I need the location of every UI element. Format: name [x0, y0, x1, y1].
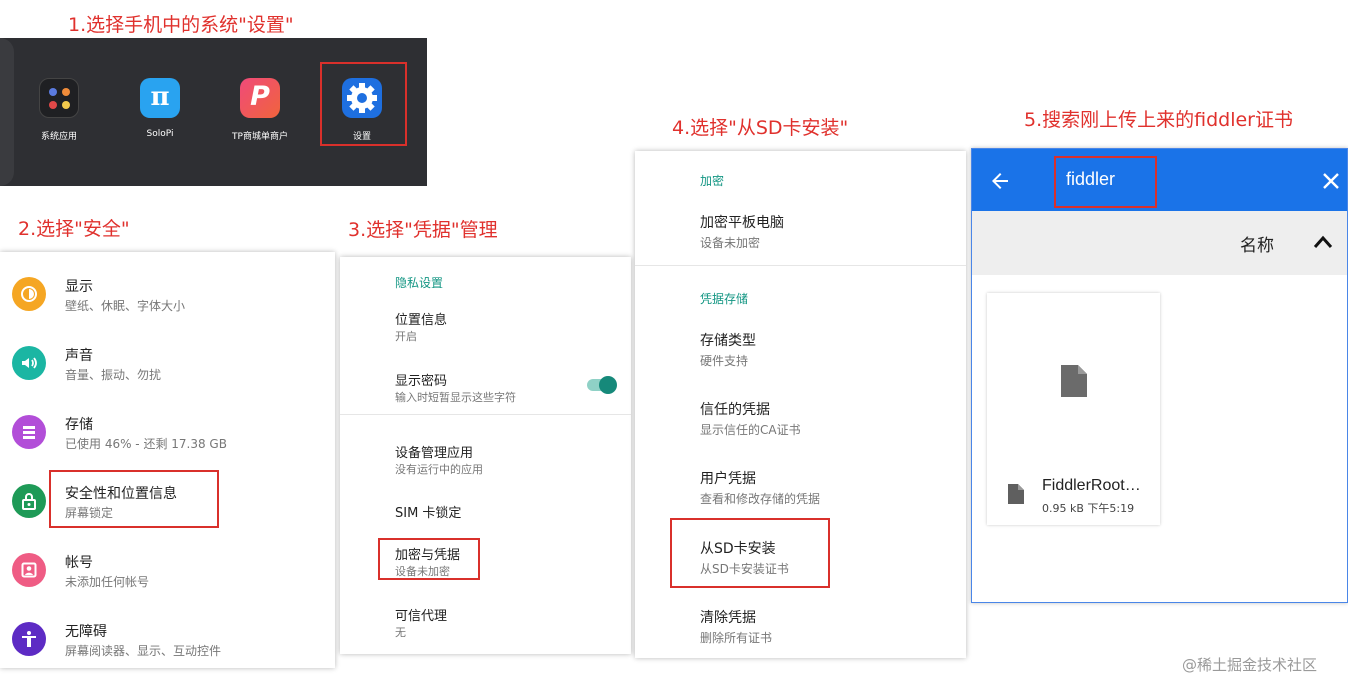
item-title: 可信代理 [395, 609, 448, 624]
settings-item-title: 声音 [65, 348, 93, 364]
encrypt-tablet-item[interactable]: 加密平板电脑 设备未加密 [635, 205, 966, 257]
item-subtitle: 查看和修改存储的凭据 [700, 492, 821, 506]
app-folder-icon [39, 78, 79, 118]
show-password-item[interactable]: 显示密码 输入时短暂显示这些字符 [340, 363, 631, 413]
item-subtitle: 显示信任的CA证书 [700, 423, 801, 437]
settings-item-subtitle: 音量、振动、勿扰 [65, 368, 162, 382]
show-password-toggle[interactable] [587, 376, 617, 394]
app-tp-mall[interactable]: P TP商城单商户 [215, 78, 305, 142]
clear-credentials-item[interactable]: 清除凭据 删除所有证书 [635, 600, 966, 652]
search-toolbar: fiddler [972, 149, 1347, 211]
item-subtitle: 没有运行中的应用 [395, 463, 483, 476]
lock-icon [12, 484, 46, 518]
highlight-encryption [378, 538, 480, 580]
app-label: SoloPi [146, 129, 174, 139]
highlight-search [1054, 156, 1157, 208]
display-icon [12, 277, 46, 311]
item-title: 显示密码 [395, 374, 448, 389]
user-credentials-item[interactable]: 用户凭据 查看和修改存储的凭据 [635, 461, 966, 513]
settings-item-title: 帐号 [65, 555, 93, 571]
file-picker-panel: fiddler 名称 FiddlerRoot… 0.95 kB 下午5:19 [971, 148, 1348, 603]
item-title: 存储类型 [700, 333, 756, 349]
settings-item-subtitle: 已使用 46% - 还剩 17.38 GB [65, 437, 227, 451]
file-meta: 0.95 kB 下午5:19 [1042, 502, 1135, 515]
file-name: FiddlerRoot… [1042, 477, 1141, 494]
step-1-title: 1.选择手机中的系统"设置" [68, 14, 294, 36]
launcher-edge [0, 38, 14, 186]
item-subtitle: 输入时短暂显示这些字符 [395, 391, 516, 404]
settings-item-subtitle: 壁纸、休眠、字体大小 [65, 299, 186, 313]
item-title: 信任的凭据 [700, 402, 770, 418]
accessibility-icon [12, 622, 46, 656]
back-arrow-icon[interactable] [988, 169, 1012, 193]
divider [635, 265, 966, 266]
section-privacy: 隐私设置 [395, 276, 444, 290]
item-title: 用户凭据 [700, 471, 756, 487]
section-credential-storage: 凭据存储 [700, 292, 749, 306]
sound-icon [12, 346, 46, 380]
step-2-title: 2.选择"安全" [18, 218, 130, 240]
settings-item-storage[interactable]: 存储 已使用 46% - 还剩 17.38 GB [0, 400, 335, 462]
step-5-title: 5.搜索刚上传上来的fiddler证书 [1024, 109, 1293, 131]
small-document-icon [1007, 483, 1025, 505]
item-title: 位置信息 [395, 313, 448, 328]
section-encryption: 加密 [700, 174, 725, 188]
chevron-up-icon[interactable] [1312, 233, 1334, 251]
item-title: 清除凭据 [700, 610, 756, 626]
app-solopi[interactable]: π SoloPi [115, 78, 205, 139]
step-3-title: 3.选择"凭据"管理 [348, 219, 498, 241]
step-4-title: 4.选择"从SD卡安装" [672, 117, 849, 139]
watermark: @稀土掘金技术社区 [1182, 656, 1318, 674]
app-system-apps[interactable]: 系统应用 [14, 78, 104, 142]
item-title: 设备管理应用 [395, 446, 474, 461]
settings-item-subtitle: 未添加任何帐号 [65, 575, 150, 589]
highlight-security [49, 470, 219, 528]
device-admin-item[interactable]: 设备管理应用 没有运行中的应用 [340, 435, 631, 485]
trusted-credentials-item[interactable]: 信任的凭据 显示信任的CA证书 [635, 392, 966, 444]
launcher-panel: 系统应用 π SoloPi P TP商城单商户 设置 [0, 38, 427, 186]
sort-label[interactable]: 名称 [1240, 231, 1274, 256]
settings-panel: 显示 壁纸、休眠、字体大小 声音 音量、振动、勿扰 存储 已使用 46% - 还… [0, 252, 335, 668]
highlight-install-sd [670, 518, 830, 588]
settings-item-title: 存储 [65, 417, 93, 433]
settings-item-display[interactable]: 显示 壁纸、休眠、字体大小 [0, 262, 335, 324]
divider [340, 414, 631, 415]
item-subtitle: 删除所有证书 [700, 631, 773, 645]
settings-item-accessibility[interactable]: 无障碍 屏幕阅读器、显示、互动控件 [0, 607, 335, 668]
item-subtitle: 无 [395, 626, 406, 639]
app-label: TP商城单商户 [232, 132, 288, 142]
item-title: 加密平板电脑 [700, 215, 784, 231]
settings-item-subtitle: 屏幕阅读器、显示、互动控件 [65, 644, 222, 658]
sim-lock-item[interactable]: SIM 卡锁定 [340, 495, 631, 535]
file-card[interactable]: FiddlerRoot… 0.95 kB 下午5:19 [987, 293, 1160, 525]
item-subtitle: 开启 [395, 330, 417, 343]
item-subtitle: 设备未加密 [700, 236, 761, 250]
settings-item-title: 无障碍 [65, 624, 107, 640]
storage-type-item[interactable]: 存储类型 硬件支持 [635, 323, 966, 375]
item-subtitle: 硬件支持 [700, 354, 749, 368]
location-item[interactable]: 位置信息 开启 [340, 302, 631, 352]
security-panel: 隐私设置 位置信息 开启 显示密码 输入时短暂显示这些字符 设备管理应用 没有运… [340, 257, 631, 654]
item-title: SIM 卡锁定 [395, 506, 462, 521]
settings-item-title: 显示 [65, 279, 93, 295]
document-icon [1059, 363, 1089, 399]
account-icon [12, 553, 46, 587]
close-icon[interactable] [1319, 169, 1343, 193]
highlight-settings [320, 62, 407, 146]
trust-agents-item[interactable]: 可信代理 无 [340, 598, 631, 648]
toggle-knob [599, 376, 617, 394]
sort-bar: 名称 [972, 211, 1347, 275]
app-label: 系统应用 [40, 132, 77, 142]
tp-icon: P [240, 78, 280, 118]
solopi-icon: π [140, 78, 180, 118]
settings-item-sound[interactable]: 声音 音量、振动、勿扰 [0, 331, 335, 393]
storage-icon [12, 415, 46, 449]
settings-item-account[interactable]: 帐号 未添加任何帐号 [0, 538, 335, 600]
